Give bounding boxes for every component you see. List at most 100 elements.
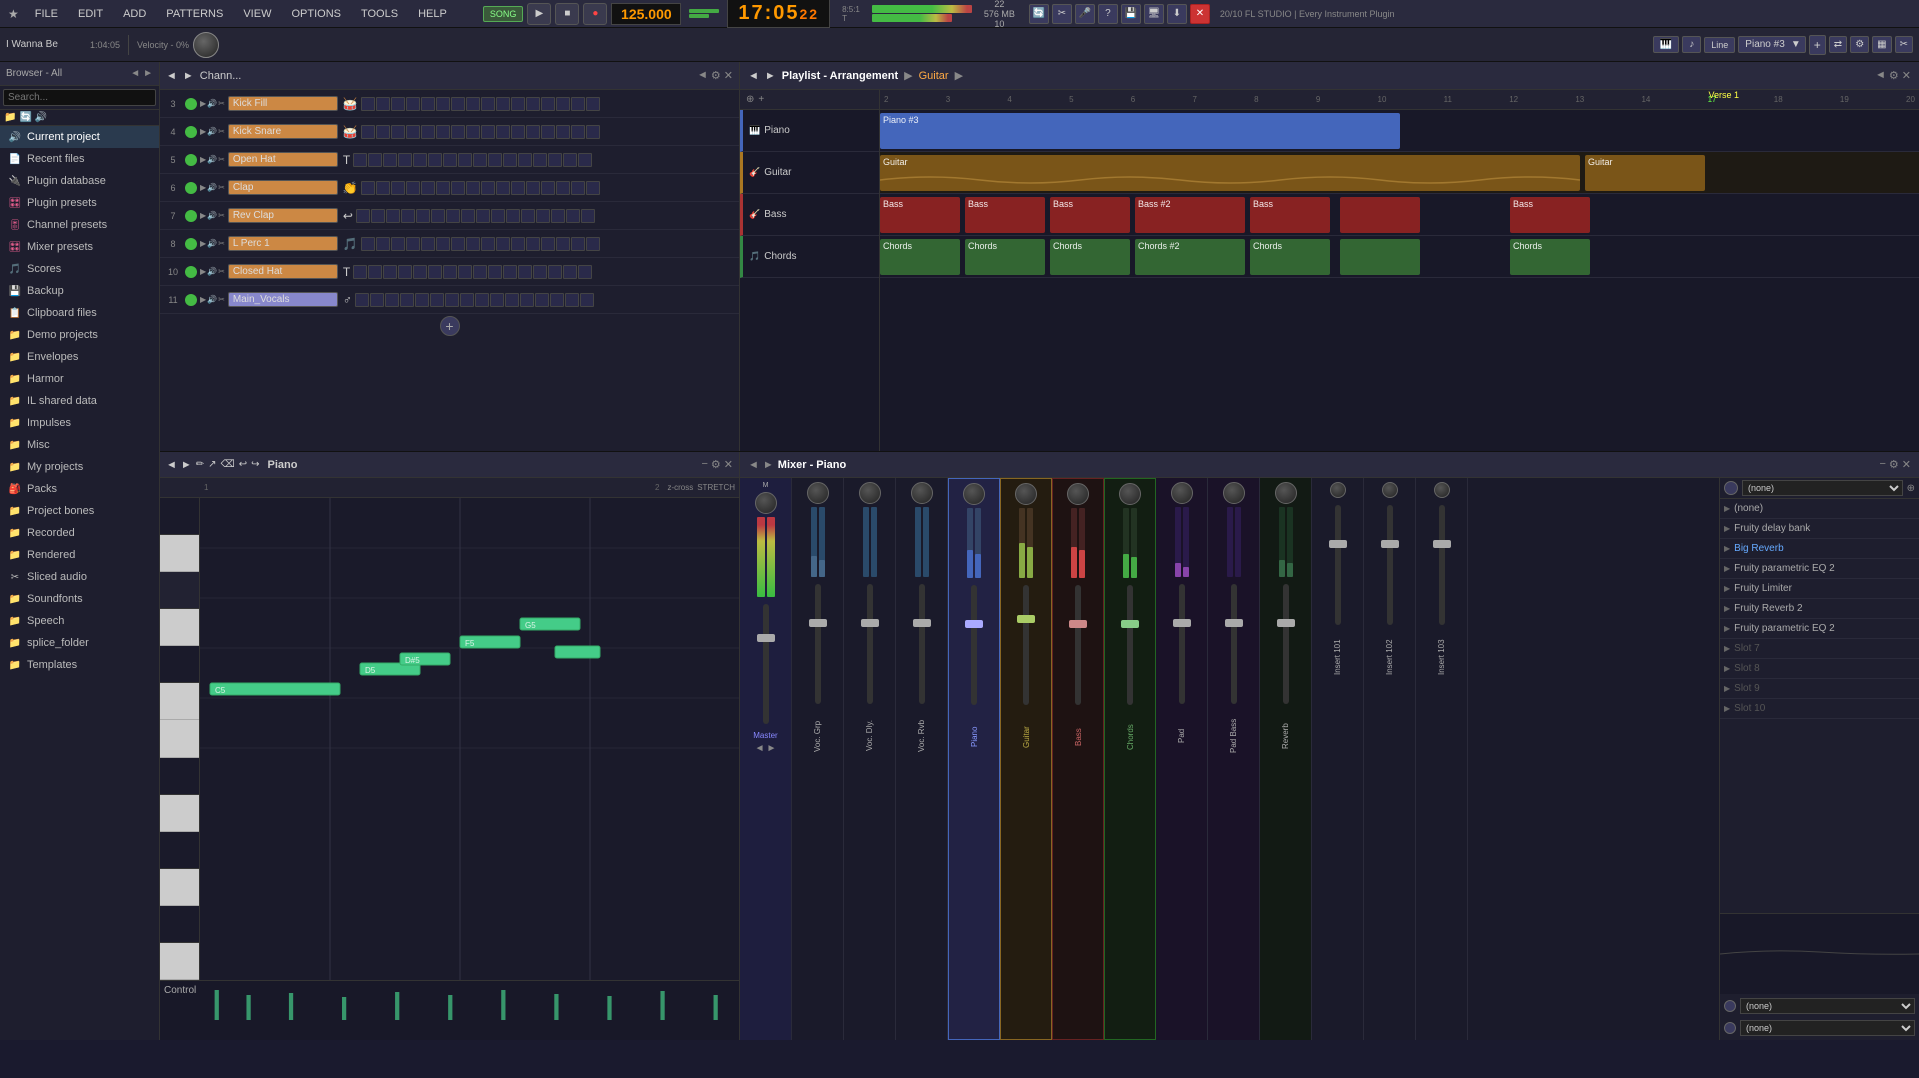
insert-slot-none[interactable]: ▶ (none): [1720, 499, 1919, 519]
browser-item-current-project[interactable]: 🔊 Current project: [0, 126, 159, 148]
pr-redo-btn[interactable]: ↪: [251, 459, 259, 470]
voc-grp-fader[interactable]: [815, 584, 821, 704]
browser-item-demo-projects[interactable]: 📁 Demo projects: [0, 324, 159, 346]
bass-clip-4[interactable]: Bass #2: [1135, 197, 1245, 233]
mixer-output-knob[interactable]: [1724, 481, 1738, 495]
piano-pan-knob[interactable]: [963, 483, 985, 505]
voc-rvb-fader[interactable]: [919, 584, 925, 704]
save-icon[interactable]: 💾: [1121, 4, 1141, 24]
chord-icon[interactable]: ♪: [1682, 36, 1701, 53]
insert-101-fader[interactable]: [1335, 505, 1341, 625]
channel-name-11[interactable]: Main_Vocals: [228, 292, 338, 307]
pr-settings-btn[interactable]: ⚙: [711, 458, 721, 471]
bpm-display[interactable]: 125.000: [611, 3, 681, 25]
cut-icon[interactable]: ✂: [1052, 4, 1072, 24]
pr-close-btn[interactable]: ✕: [724, 458, 733, 471]
channel-rack-settings-btn[interactable]: ⚙: [711, 69, 721, 82]
browser-item-my-projects[interactable]: 📁 My projects: [0, 456, 159, 478]
insert-slot-limiter[interactable]: ▶ Fruity Limiter: [1720, 579, 1919, 599]
browser-item-harmor[interactable]: 📁 Harmor: [0, 368, 159, 390]
line-tool[interactable]: Line: [1704, 37, 1735, 53]
guitar-clip-2[interactable]: Guitar: [1585, 155, 1705, 191]
master-arrow-r[interactable]: ►: [767, 743, 777, 754]
piano-dropdown[interactable]: Piano #3 ▼: [1738, 36, 1805, 53]
insert-slot-7[interactable]: ▶ Slot 7: [1720, 639, 1919, 659]
reverb-pan-knob[interactable]: [1275, 482, 1297, 504]
pr-undo-btn[interactable]: ↩: [239, 459, 247, 470]
pr-next-btn[interactable]: ►: [181, 459, 192, 471]
insert-102-pan-knob[interactable]: [1382, 482, 1398, 498]
ch-active-btn-11[interactable]: [185, 294, 197, 306]
menu-patterns[interactable]: PATTERNS: [162, 6, 227, 22]
zoom-in-btn[interactable]: +: [758, 94, 764, 105]
guitar-fader[interactable]: [1023, 585, 1029, 705]
ch-active-btn-6[interactable]: [185, 182, 197, 194]
close-btn[interactable]: ✕: [1190, 4, 1210, 24]
insert-slot-10[interactable]: ▶ Slot 10: [1720, 699, 1919, 719]
bass-clip-7[interactable]: Bass: [1510, 197, 1590, 233]
guitar-clip-1[interactable]: Guitar: [880, 155, 1580, 191]
browser-item-templates[interactable]: 📁 Templates: [0, 654, 159, 676]
pad-bass-fader[interactable]: [1231, 584, 1237, 704]
download-icon[interactable]: ⬇: [1167, 4, 1187, 24]
add-channel-btn[interactable]: +: [440, 316, 460, 336]
browser-item-il-shared[interactable]: 📁 IL shared data: [0, 390, 159, 412]
insert-103-pan-knob[interactable]: [1434, 482, 1450, 498]
browser-item-plugin-presets[interactable]: 🎛 Plugin presets: [0, 192, 159, 214]
browser-item-recent-files[interactable]: 📄 Recent files: [0, 148, 159, 170]
browser-item-plugin-database[interactable]: 🔌 Plugin database: [0, 170, 159, 192]
menu-view[interactable]: VIEW: [239, 6, 275, 22]
insert-slot-reverb2[interactable]: ▶ Fruity Reverb 2: [1720, 599, 1919, 619]
browser-item-splice-folder[interactable]: 📁 splice_folder: [0, 632, 159, 654]
browser-icon[interactable]: 🖥: [1144, 4, 1164, 24]
bass-clip-6[interactable]: [1340, 197, 1420, 233]
cut-icon2[interactable]: ✂: [1895, 36, 1913, 53]
browser-item-speech[interactable]: 📁 Speech: [0, 610, 159, 632]
ch-active-btn-8[interactable]: [185, 238, 197, 250]
channel-name-10[interactable]: Closed Hat: [228, 264, 338, 279]
browser-item-packs[interactable]: 🎒 Packs: [0, 478, 159, 500]
mixer-close-btn[interactable]: ✕: [1902, 458, 1911, 471]
mixer-routing-icon[interactable]: ⇄: [1829, 36, 1847, 53]
master-pan-knob[interactable]: [755, 492, 777, 514]
channel-name-3[interactable]: Kick Fill: [228, 96, 338, 111]
browser-item-soundfonts[interactable]: 📁 Soundfonts: [0, 588, 159, 610]
browser-item-sliced-audio[interactable]: ✂ Sliced audio: [0, 566, 159, 588]
bass-clip-5[interactable]: Bass: [1250, 197, 1330, 233]
browser-item-rendered[interactable]: 📁 Rendered: [0, 544, 159, 566]
pr-prev-btn[interactable]: ◄: [166, 459, 177, 471]
play-btn[interactable]: ▶: [527, 3, 551, 25]
ch-active-btn-4[interactable]: [185, 126, 197, 138]
bass-fader[interactable]: [1075, 585, 1081, 705]
browser-item-impulses[interactable]: 📁 Impulses: [0, 412, 159, 434]
reverb-fader[interactable]: [1283, 584, 1289, 704]
bass-clip-3[interactable]: Bass: [1050, 197, 1130, 233]
menu-edit[interactable]: EDIT: [74, 6, 107, 22]
mixer-minimize-btn[interactable]: −: [1879, 458, 1885, 471]
add-pattern-btn[interactable]: +: [1809, 35, 1826, 55]
chords-clip-1[interactable]: Chords: [880, 239, 960, 275]
master-fader[interactable]: [763, 604, 769, 724]
chords-clip-3[interactable]: Chords: [1050, 239, 1130, 275]
snap-icon[interactable]: ⊕: [746, 94, 754, 105]
chords-clip-6[interactable]: [1340, 239, 1420, 275]
playlist-prev-btn[interactable]: ◄: [748, 70, 759, 82]
voc-grp-pan-knob[interactable]: [807, 482, 829, 504]
mixer-output-bottom[interactable]: (none): [1740, 1020, 1915, 1036]
mixer-out-knob-top[interactable]: [1724, 1000, 1736, 1012]
speaker-btn[interactable]: 🔊: [35, 112, 47, 123]
channel-name-8[interactable]: L Perc 1: [228, 236, 338, 251]
browser-item-scores[interactable]: 🎵 Scores: [0, 258, 159, 280]
playlist-next-btn[interactable]: ►: [765, 70, 776, 82]
ch-active-btn-7[interactable]: [185, 210, 197, 222]
mixer-prev-btn[interactable]: ◄: [748, 459, 759, 471]
playlist-close-btn[interactable]: ✕: [1902, 69, 1911, 82]
menu-tools[interactable]: TOOLS: [357, 6, 402, 22]
channel-rack-close-btn[interactable]: ✕: [724, 69, 733, 82]
insert-102-fader[interactable]: [1387, 505, 1393, 625]
channel-rack-prev-btn[interactable]: ◄: [166, 70, 177, 82]
record-btn[interactable]: ●: [583, 3, 607, 25]
browser-item-mixer-presets[interactable]: 🎛 Mixer presets: [0, 236, 159, 258]
channel-name-4[interactable]: Kick Snare: [228, 124, 338, 139]
insert-slot-eq-1[interactable]: ▶ Fruity parametric EQ 2: [1720, 559, 1919, 579]
